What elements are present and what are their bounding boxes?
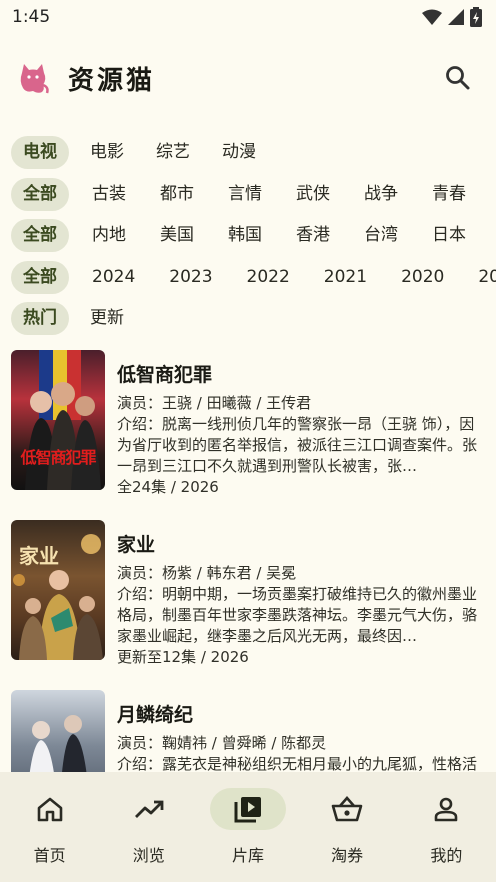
item-meta: 更新至12集 / 2026 [117, 648, 249, 666]
filter-row-type: 电视 电影 综艺 动漫 [0, 132, 496, 174]
nav-item-coupons[interactable]: 淘券 [307, 788, 387, 882]
trending-icon [134, 800, 164, 818]
poster-image: 低智商犯罪 [11, 350, 105, 490]
nav-item-browse[interactable]: 浏览 [109, 788, 189, 882]
poster-art [25, 350, 101, 490]
filter-chip-genre[interactable]: 青春 [421, 178, 477, 211]
app-header: 资源猫 [0, 52, 496, 104]
filter-chip-anime[interactable]: 动漫 [211, 136, 267, 169]
battery-icon [470, 7, 482, 27]
filter-chip-year[interactable]: 2024 [81, 261, 146, 294]
item-title: 家业 [117, 534, 156, 556]
home-icon [37, 797, 62, 822]
filter-chip-genre[interactable]: 言情 [217, 178, 273, 211]
item-meta: 全24集 / 2026 [117, 478, 219, 496]
search-icon[interactable] [444, 64, 472, 92]
poster-image: 家业 [11, 520, 105, 660]
filter-chip-genre-all[interactable]: 全部 [11, 177, 69, 211]
nav-label: 片库 [231, 846, 264, 865]
nav-item-profile[interactable]: 我的 [406, 788, 486, 882]
poster-title-text: 家业 [19, 544, 59, 568]
list-item[interactable]: 家业 家业 演员：杨紫 / 韩东君 / 吴冕 介绍：明朝中期，一场贡墨案打破维持… [0, 520, 496, 690]
sort-chip-hot[interactable]: 热门 [11, 302, 69, 336]
status-icons [422, 7, 482, 27]
status-bar: 1:45 [0, 0, 496, 34]
filter-chip-genre[interactable]: 战争 [353, 178, 409, 211]
filter-chip-year[interactable]: 2020 [390, 261, 455, 294]
item-cast: 演员：杨紫 / 韩东君 / 吴冕 [117, 564, 297, 582]
bottom-nav: 首页 浏览 片库 淘券 我的 [0, 772, 496, 882]
filter-chip-region[interactable]: 台湾 [353, 219, 409, 252]
filter-chip-region[interactable]: 美国 [149, 219, 205, 252]
filter-chip-genre[interactable]: 喜 [489, 178, 496, 211]
filter-row-region: 全部 内地 美国 韩国 香港 台湾 日本 泰 [0, 215, 496, 257]
video-library-icon [234, 797, 261, 823]
app-title: 资源猫 [68, 65, 156, 96]
filter-chip-region[interactable]: 韩国 [217, 219, 273, 252]
filter-row-genre: 全部 古装 都市 言情 武侠 战争 青春 喜 [0, 174, 496, 216]
nav-item-library[interactable]: 片库 [208, 788, 288, 882]
filter-chip-year[interactable]: 2019 [467, 261, 496, 294]
filter-chip-year-all[interactable]: 全部 [11, 260, 69, 294]
nav-label: 浏览 [132, 846, 165, 865]
filter-chip-tv[interactable]: 电视 [11, 136, 69, 170]
filter-chip-variety[interactable]: 综艺 [145, 136, 201, 169]
item-info: 低智商犯罪 演员：王骁 / 田曦薇 / 王传君 介绍：脱离一线刑侦几年的警察张一… [117, 350, 477, 520]
nav-item-home[interactable]: 首页 [10, 788, 90, 882]
filter-chip-year[interactable]: 2023 [158, 261, 223, 294]
filter-panel: 电视 电影 综艺 动漫 全部 古装 都市 言情 武侠 战争 青春 喜 全部 内地… [0, 132, 496, 340]
filter-chip-year[interactable]: 2021 [313, 261, 378, 294]
filter-chip-region[interactable]: 日本 [421, 219, 477, 252]
filter-chip-movie[interactable]: 电影 [79, 136, 135, 169]
item-title: 低智商犯罪 [117, 364, 213, 386]
person-icon [435, 797, 458, 822]
item-title: 月鳞绮纪 [117, 704, 194, 726]
status-time: 1:45 [12, 7, 51, 27]
filter-chip-year[interactable]: 2022 [236, 261, 301, 294]
poster-title-text: 低智商犯罪 [20, 448, 96, 467]
filter-chip-region[interactable]: 内地 [81, 219, 137, 252]
filter-chip-genre[interactable]: 武侠 [285, 178, 341, 211]
item-cast: 演员：鞠婧祎 / 曾舜晞 / 陈都灵 [117, 734, 327, 752]
wifi-icon [422, 9, 442, 25]
nav-label: 淘券 [331, 846, 364, 865]
nav-label: 首页 [33, 846, 66, 865]
item-intro: 介绍：明朝中期，一场贡墨案打破维持已久的徽州墨业格局，制墨百年世家李墨跌落神坛。… [117, 585, 477, 645]
cat-logo-icon [20, 64, 49, 94]
filter-chip-region-all[interactable]: 全部 [11, 219, 69, 253]
list-item[interactable]: 低智商犯罪 低智商犯罪 演员：王骁 / 田曦薇 / 王传君 介绍：脱离一线刑侦几… [0, 350, 496, 520]
signal-icon [448, 9, 464, 25]
nav-label: 我的 [430, 846, 463, 865]
sort-chip-updated[interactable]: 更新 [79, 302, 135, 335]
filter-row-year: 全部 2024 2023 2022 2021 2020 2019 [0, 257, 496, 299]
filter-chip-genre[interactable]: 古装 [81, 178, 137, 211]
filter-row-sort: 热门 更新 [0, 298, 496, 340]
filter-chip-genre[interactable]: 都市 [149, 178, 205, 211]
filter-chip-region[interactable]: 香港 [285, 219, 341, 252]
item-intro: 介绍：脱离一线刑侦几年的警察张一昂（王骁 饰），因为省厅收到的匿名举报信，被派往… [117, 415, 477, 475]
basket-icon [331, 796, 363, 822]
item-cast: 演员：王骁 / 田曦薇 / 王传君 [117, 394, 312, 412]
item-info: 家业 演员：杨紫 / 韩东君 / 吴冕 介绍：明朝中期，一场贡墨案打破维持已久的… [117, 520, 477, 690]
filter-chip-region[interactable]: 泰 [489, 219, 496, 252]
